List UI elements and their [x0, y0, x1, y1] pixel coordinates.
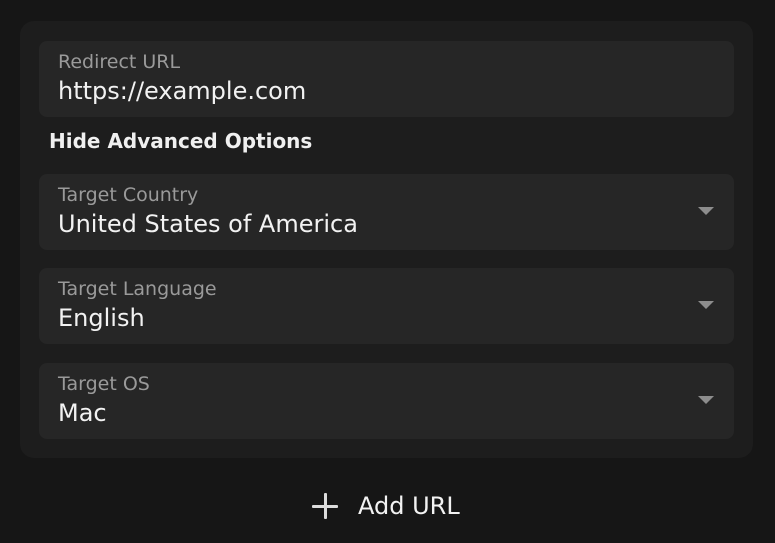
chevron-down-icon[interactable] — [698, 396, 714, 404]
url-config-card: Redirect URL https://example.com Hide Ad… — [20, 21, 753, 458]
target-language-label: Target Language — [58, 278, 217, 300]
plus-icon — [311, 492, 339, 520]
add-url-label: Add URL — [358, 492, 460, 520]
target-country-select[interactable]: Target Country United States of America — [39, 174, 734, 250]
target-language-value: English — [58, 304, 145, 332]
chevron-down-icon[interactable] — [698, 301, 714, 309]
target-country-value: United States of America — [58, 210, 358, 238]
chevron-down-icon[interactable] — [698, 207, 714, 215]
redirect-url-field[interactable]: Redirect URL https://example.com — [39, 41, 734, 117]
target-os-label: Target OS — [58, 373, 150, 395]
redirect-url-label: Redirect URL — [58, 51, 181, 73]
target-language-select[interactable]: Target Language English — [39, 268, 734, 344]
hide-advanced-options-link[interactable]: Hide Advanced Options — [49, 129, 312, 153]
redirect-url-input[interactable]: https://example.com — [58, 77, 306, 105]
target-os-select[interactable]: Target OS Mac — [39, 363, 734, 439]
target-os-value: Mac — [58, 399, 107, 427]
add-url-button[interactable]: Add URL — [311, 486, 460, 526]
target-country-label: Target Country — [58, 184, 199, 206]
